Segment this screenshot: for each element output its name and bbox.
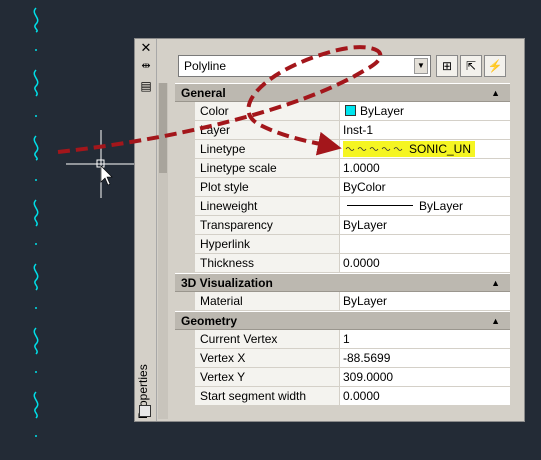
- scrollbar-thumb[interactable]: [159, 83, 167, 173]
- autohide-icon[interactable]: ⇹: [139, 59, 153, 73]
- polyline-dots: [35, 49, 37, 437]
- linetype-pattern-icon: [345, 147, 403, 151]
- collapse-icon[interactable]: ▲: [491, 274, 500, 292]
- chevron-down-icon[interactable]: ▼: [414, 58, 428, 74]
- category-3d-visualization[interactable]: 3D Visualization ▲: [175, 273, 510, 292]
- collapse-icon[interactable]: ▲: [491, 84, 500, 102]
- property-row-plot-style[interactable]: Plot style ByColor: [175, 178, 510, 197]
- toggle-pickadd-icon: ⊞: [441, 59, 453, 73]
- palette-settings-icon[interactable]: [139, 405, 151, 417]
- toggle-pickadd-button[interactable]: ⊞: [436, 55, 458, 77]
- palette-scrollbar[interactable]: [158, 83, 168, 419]
- category-general[interactable]: General ▲: [175, 83, 510, 102]
- property-row-linetype-scale[interactable]: Linetype scale 1.0000: [175, 159, 510, 178]
- property-row-hyperlink[interactable]: Hyperlink: [175, 235, 510, 254]
- squiggle-polyline[interactable]: [33, 7, 39, 419]
- object-type-value: Polyline: [184, 59, 227, 73]
- object-type-select[interactable]: Polyline ▼: [178, 55, 431, 77]
- property-row-linetype[interactable]: Linetype SONIC_UN: [175, 140, 510, 159]
- property-row-current-vertex[interactable]: Current Vertex 1: [175, 330, 510, 349]
- property-row-vertex-y[interactable]: Vertex Y 309.0000: [175, 368, 510, 387]
- select-objects-button[interactable]: ⇱: [460, 55, 482, 77]
- property-grid: General ▲ Color ByLayer Layer Inst-1 Lin…: [175, 83, 510, 406]
- property-row-start-segment-width[interactable]: Start segment width 0.0000: [175, 387, 510, 406]
- property-row-thickness[interactable]: Thickness 0.0000: [175, 254, 510, 273]
- close-icon[interactable]: ✕: [139, 41, 153, 55]
- palette-title-strip: ✕ ⇹ ▤ Properties: [135, 39, 157, 421]
- mouse-pointer-icon: [100, 165, 113, 186]
- property-row-transparency[interactable]: Transparency ByLayer: [175, 216, 510, 235]
- category-geometry[interactable]: Geometry ▲: [175, 311, 510, 330]
- properties-palette: ✕ ⇹ ▤ Properties Polyline ▼ ⊞ ⇱ ⚡ Genera…: [134, 38, 525, 422]
- property-row-vertex-x[interactable]: Vertex X -88.5699: [175, 349, 510, 368]
- quick-select-button[interactable]: ⚡: [484, 55, 506, 77]
- crosshair-cursor: [66, 130, 134, 198]
- select-objects-icon: ⇱: [465, 59, 477, 73]
- quick-select-icon: ⚡: [487, 59, 503, 73]
- collapse-icon[interactable]: ▲: [491, 312, 500, 330]
- property-row-lineweight[interactable]: Lineweight ByLayer: [175, 197, 510, 216]
- property-row-color[interactable]: Color ByLayer: [175, 102, 510, 121]
- properties-menu-icon[interactable]: ▤: [139, 79, 153, 93]
- color-swatch-icon: [345, 105, 356, 116]
- linetype-highlight: SONIC_UN: [343, 141, 476, 157]
- lineweight-sample-icon: [347, 205, 413, 206]
- property-row-material[interactable]: Material ByLayer: [175, 292, 510, 311]
- property-row-layer[interactable]: Layer Inst-1: [175, 121, 510, 140]
